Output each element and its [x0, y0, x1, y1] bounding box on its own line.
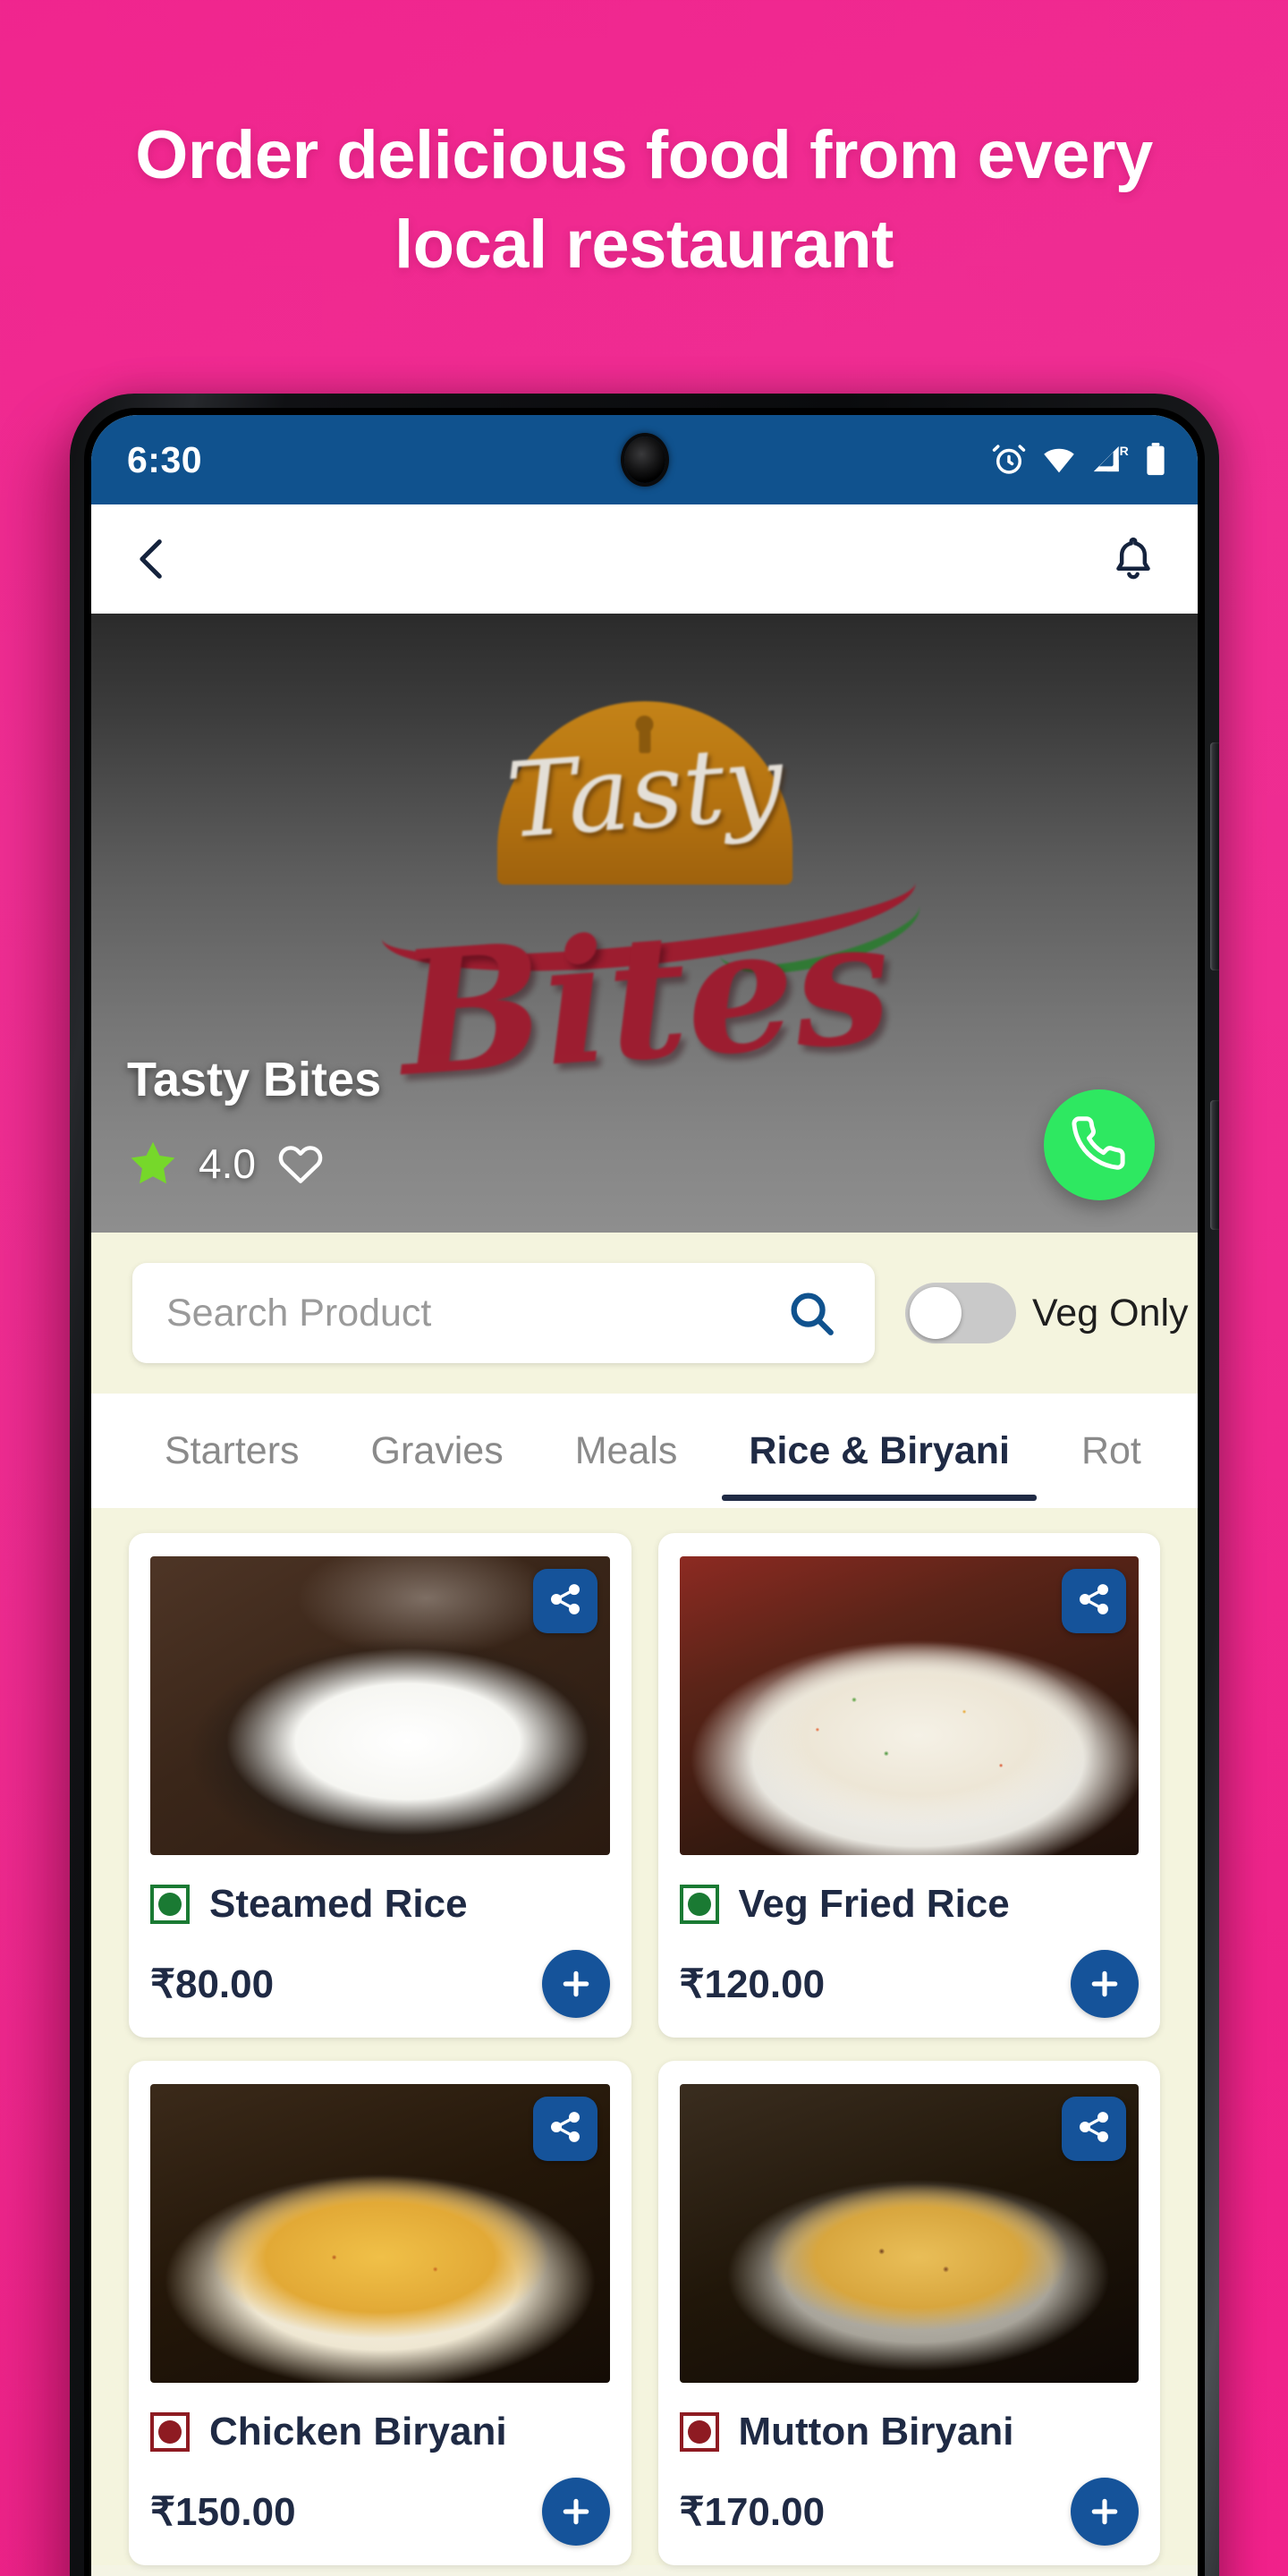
phone-mockup: 6:30 R Tasty Bites Tasty Bites 4.0 Searc…: [70, 394, 1219, 2576]
product-name: Chicken Biryani: [209, 2410, 507, 2453]
add-to-cart-button[interactable]: [541, 2478, 610, 2546]
restaurant-logo: Tasty Bites: [359, 655, 931, 1120]
tab-label: Meals: [574, 1428, 678, 1472]
veg-only-filter[interactable]: Veg Only: [905, 1283, 1189, 1343]
back-button[interactable]: [127, 533, 179, 585]
call-restaurant-button[interactable]: [1044, 1089, 1155, 1200]
nonveg-indicator-icon: [150, 2412, 190, 2452]
front-camera-punch-hole: [623, 436, 665, 483]
product-image-wrap: [679, 2084, 1139, 2383]
phone-screen: 6:30 R Tasty Bites Tasty Bites 4.0 Searc…: [91, 415, 1198, 2576]
star-icon: [127, 1138, 179, 1190]
tab-rice-and-biryani[interactable]: Rice & Biryani: [713, 1394, 1046, 1508]
notification-bell-button[interactable]: [1108, 534, 1158, 584]
status-bar: 6:30 R: [91, 415, 1198, 504]
product-price-row: ₹80.00: [150, 1950, 610, 2018]
search-icon[interactable]: [785, 1287, 837, 1339]
product-price: ₹80.00: [150, 1962, 275, 2006]
veg-only-toggle[interactable]: [905, 1283, 1016, 1343]
product-grid: Steamed Rice ₹80.00 Veg Fried Rice ₹120.…: [91, 1508, 1198, 2565]
volume-button[interactable]: [1210, 742, 1219, 970]
share-button[interactable]: [532, 1569, 597, 1633]
product-price: ₹150.00: [150, 2489, 296, 2534]
tab-meals[interactable]: Meals: [539, 1394, 714, 1508]
veg-only-label: Veg Only: [1032, 1291, 1189, 1335]
search-input[interactable]: Search Product: [132, 1263, 875, 1363]
restaurant-hero-banner: Tasty Bites Tasty Bites 4.0: [91, 614, 1198, 1233]
battery-icon: [1144, 441, 1167, 479]
product-price: ₹170.00: [679, 2489, 826, 2534]
share-button[interactable]: [1062, 2097, 1126, 2161]
tab-label: Rot: [1080, 1428, 1141, 1472]
product-name-row: Steamed Rice: [150, 1882, 610, 1927]
wifi-icon: [1040, 441, 1078, 479]
restaurant-name: Tasty Bites: [127, 1053, 382, 1106]
phone-bezel: 6:30 R Tasty Bites Tasty Bites 4.0 Searc…: [84, 408, 1205, 2576]
tab-rotis[interactable]: Rot: [1046, 1394, 1177, 1508]
alarm-icon: [990, 441, 1028, 479]
rating-value: 4.0: [199, 1140, 256, 1187]
add-to-cart-button[interactable]: [1071, 2478, 1139, 2546]
toggle-knob: [910, 1287, 962, 1339]
power-button[interactable]: [1210, 1100, 1219, 1230]
product-card[interactable]: Veg Fried Rice ₹120.00: [657, 1533, 1160, 2038]
product-card[interactable]: Steamed Rice ₹80.00: [129, 1533, 631, 2038]
veg-indicator-icon: [679, 1885, 719, 1924]
product-card[interactable]: Chicken Biryani ₹150.00: [129, 2061, 631, 2565]
product-price-row: ₹120.00: [679, 1950, 1139, 2018]
app-bar: [91, 504, 1198, 614]
logo-bites-text: Bites: [393, 881, 896, 1114]
restaurant-meta: 4.0: [127, 1138, 326, 1190]
add-to-cart-button[interactable]: [1071, 1950, 1139, 2018]
product-name-row: Veg Fried Rice: [679, 1882, 1140, 1927]
category-tabs[interactable]: Starters Gravies Meals Rice & Biryani Ro…: [91, 1394, 1198, 1508]
product-price: ₹120.00: [679, 1962, 826, 2006]
product-name-row: Chicken Biryani: [150, 2410, 610, 2454]
veg-indicator-icon: [150, 1885, 190, 1924]
tab-label: Starters: [165, 1428, 300, 1472]
tab-gravies[interactable]: Gravies: [335, 1394, 539, 1508]
product-name: Mutton Biryani: [738, 2410, 1014, 2453]
search-placeholder-text: Search Product: [166, 1291, 432, 1335]
product-name-row: Mutton Biryani: [679, 2410, 1140, 2454]
logo-tasty-text: Tasty: [502, 722, 787, 862]
tab-label: Rice & Biryani: [749, 1428, 1010, 1472]
status-time: 6:30: [127, 438, 203, 480]
product-image-wrap: [150, 1556, 610, 1855]
share-icon: [547, 2109, 583, 2149]
share-button[interactable]: [532, 2097, 597, 2161]
product-price-row: ₹170.00: [679, 2478, 1139, 2546]
share-button[interactable]: [1062, 1569, 1126, 1633]
add-to-cart-button[interactable]: [541, 1950, 610, 2018]
promo-headline: Order delicious food from every local re…: [135, 117, 1153, 284]
product-price-row: ₹150.00: [150, 2478, 610, 2546]
svg-text:R: R: [1120, 444, 1129, 458]
signal-roaming-icon: R: [1090, 441, 1131, 479]
favorite-heart-icon[interactable]: [275, 1139, 326, 1189]
product-card[interactable]: Mutton Biryani ₹170.00: [657, 2061, 1160, 2565]
share-icon: [1076, 2109, 1112, 2149]
search-filter-row: Search Product Veg Only: [91, 1233, 1198, 1394]
product-image-wrap: [150, 2084, 610, 2383]
share-icon: [1076, 1581, 1112, 1622]
share-icon: [547, 1581, 583, 1622]
product-name: Steamed Rice: [209, 1882, 468, 1926]
product-image-wrap: [679, 1556, 1139, 1855]
tab-starters[interactable]: Starters: [129, 1394, 335, 1508]
phone-icon: [1070, 1114, 1129, 1177]
product-name: Veg Fried Rice: [738, 1882, 1010, 1926]
tab-label: Gravies: [370, 1428, 504, 1472]
nonveg-indicator-icon: [679, 2412, 719, 2452]
status-icon-group: R: [990, 441, 1167, 479]
